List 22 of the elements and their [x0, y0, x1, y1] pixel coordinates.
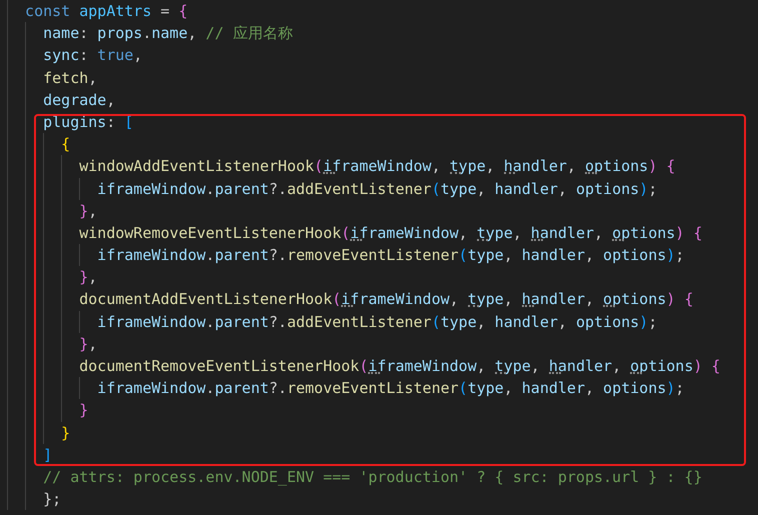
- code-line: windowRemoveEventListenerHook(iframeWindow, type, handler, options) {: [79, 222, 702, 244]
- code-line: iframeWindow.parent?.removeEventListener(type, handler, options);: [97, 378, 684, 400]
- code-comment: // attrs: process.env.NODE_ENV === 'production' ? { src: props.url } : {}: [43, 466, 702, 488]
- code-line: iframeWindow.parent?.removeEventListener(type, handler, options);: [97, 245, 684, 266]
- code-line: ]: [43, 444, 52, 466]
- code-line: };: [43, 489, 62, 510]
- code-line: }: [61, 422, 70, 444]
- code-line: const appAttrs = {: [25, 1, 188, 22]
- code-line: iframeWindow.parent?.addEventListener(type, handler, options);: [97, 178, 658, 200]
- code-line: documentAddEventListenerHook(iframeWindow, type, handler, options) {: [79, 289, 694, 310]
- code-line: {: [61, 134, 70, 156]
- code-line: degrade,: [43, 90, 116, 111]
- code-line: },: [79, 267, 98, 288]
- code-line: iframeWindow.parent?.addEventListener(type, handler, options);: [97, 312, 658, 333]
- code-line: },: [79, 334, 98, 355]
- code-line: },: [79, 200, 98, 222]
- code-line: fetch,: [43, 68, 98, 89]
- code-line: name: props.name, // 应用名称: [43, 23, 293, 44]
- code-line: sync: true,: [43, 45, 142, 66]
- code-line: windowAddEventListenerHook(iframeWindow, type, handler, options) {: [79, 156, 676, 178]
- code-line: }: [79, 400, 88, 422]
- code-line: documentRemoveEventListenerHook(iframeWindow, type, handler, options) {: [79, 356, 720, 377]
